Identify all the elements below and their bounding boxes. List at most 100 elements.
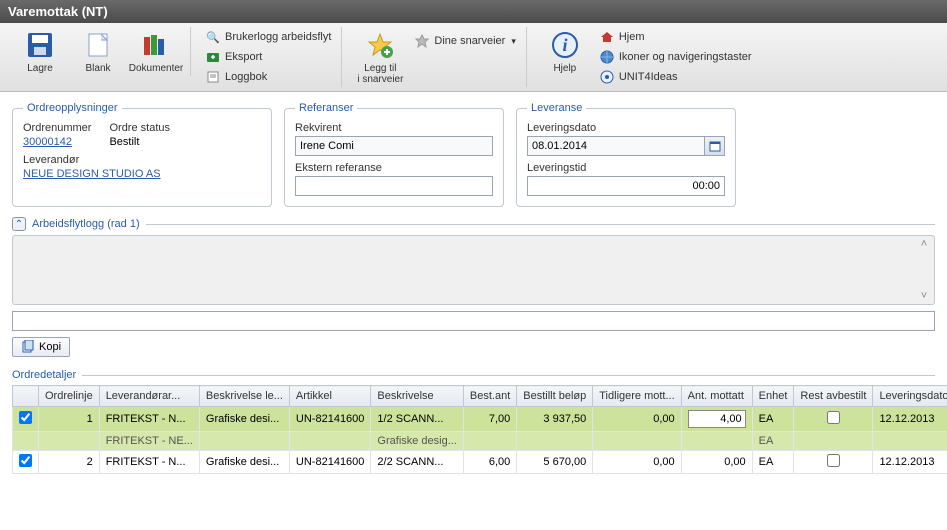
home-icon xyxy=(599,29,615,45)
order-number-link[interactable]: 30000142 xyxy=(23,136,91,148)
logbook-link[interactable]: Loggbok xyxy=(205,69,331,85)
blank-label: Blank xyxy=(85,63,110,74)
col-ant-mottatt[interactable]: Ant. mottatt xyxy=(681,386,752,407)
cell-beskrivelse-le: Grafiske desi... xyxy=(199,451,289,474)
delivery-legend: Leveranse xyxy=(527,102,586,114)
cell-beskrivelse-le: Grafiske desi... xyxy=(199,407,289,432)
cell-best-ant: 6,00 xyxy=(463,451,516,474)
cell-dato: 12.12.2013 xyxy=(873,407,947,432)
cell-leverandorar: FRITEKST - N... xyxy=(99,451,199,474)
received-qty-input[interactable] xyxy=(688,410,746,428)
rest-checkbox[interactable] xyxy=(827,454,840,467)
external-ref-label: Ekstern referanse xyxy=(295,162,493,174)
col-enhet[interactable]: Enhet xyxy=(752,386,794,407)
help-button[interactable]: i Hjelp xyxy=(537,27,593,76)
cell-ordrelinje: 1 xyxy=(39,407,100,432)
external-ref-input[interactable] xyxy=(295,176,493,196)
col-ordrelinje[interactable]: Ordrelinje xyxy=(39,386,100,407)
col-beskrivelse[interactable]: Beskrivelse xyxy=(371,386,463,407)
requisitioner-label: Rekvirent xyxy=(295,122,493,134)
calendar-button[interactable] xyxy=(705,136,725,156)
icons-nav-link[interactable]: Ikoner og navigeringstaster xyxy=(599,49,752,65)
delivery-date-label: Leveringsdato xyxy=(527,122,725,134)
save-button[interactable]: Lagre xyxy=(12,27,68,76)
scroll-up-icon[interactable]: ˄ xyxy=(916,238,932,250)
cell-tidligere: 0,00 xyxy=(593,407,681,432)
cell-beskrivelse: 2/2 SCANN... xyxy=(371,451,463,474)
home-link[interactable]: Hjem xyxy=(599,29,752,45)
references-legend: Referanser xyxy=(295,102,357,114)
order-info-legend: Ordreopplysninger xyxy=(23,102,122,114)
userlog-link[interactable]: 🔍 Brukerlogg arbeidsflyt xyxy=(205,29,331,45)
order-details-table: Ordrelinje Leverandørar... Beskrivelse l… xyxy=(12,385,947,474)
col-tidligere[interactable]: Tidligere mott... xyxy=(593,386,681,407)
col-beskrivelse-le[interactable]: Beskrivelse le... xyxy=(199,386,289,407)
workflow-filter-input[interactable] xyxy=(12,311,935,331)
table-row[interactable]: 1 FRITEKST - N... Grafiske desi... UN-82… xyxy=(13,407,947,432)
scroll-down-icon[interactable]: ˅ xyxy=(916,290,932,302)
requisitioner-value: Irene Comi xyxy=(295,136,493,156)
rest-checkbox[interactable] xyxy=(827,411,840,424)
calendar-icon xyxy=(709,140,721,152)
copy-icon xyxy=(21,340,35,354)
save-icon xyxy=(24,29,56,61)
cell-ordrelinje: 2 xyxy=(39,451,100,474)
col-check[interactable] xyxy=(13,386,39,407)
chevron-down-icon: ▾ xyxy=(511,36,516,47)
star-icon xyxy=(414,33,430,49)
globe-icon xyxy=(599,49,615,65)
add-shortcut-button[interactable]: Legg til i snarveier xyxy=(352,27,408,87)
cell-tidligere: 0,00 xyxy=(593,451,681,474)
cell-best-ant: 7,00 xyxy=(463,407,516,432)
documents-button[interactable]: Dokumenter xyxy=(128,27,184,76)
help-icon: i xyxy=(549,29,581,61)
table-row[interactable]: 2 FRITEKST - N... Grafiske desi... UN-82… xyxy=(13,451,947,474)
row-checkbox[interactable] xyxy=(19,454,32,467)
workflow-title: Arbeidsflytlogg (rad 1) xyxy=(32,218,140,230)
blank-button[interactable]: Blank xyxy=(70,27,126,76)
cell-artikkel: UN-82141600 xyxy=(289,407,371,432)
export-link[interactable]: Eksport xyxy=(205,49,331,65)
col-best-ant[interactable]: Best.ant xyxy=(463,386,516,407)
col-leveringsdato[interactable]: Leveringsdato xyxy=(873,386,947,407)
cell-belop: 5 670,00 xyxy=(517,451,593,474)
copy-button[interactable]: Kopi xyxy=(12,337,70,357)
order-info-group: Ordreopplysninger Ordrenummer 30000142 O… xyxy=(12,102,272,207)
collapse-toggle[interactable]: ⌃ xyxy=(12,217,26,231)
cell-enhet: EA xyxy=(752,451,794,474)
references-group: Referanser Rekvirent Irene Comi Ekstern … xyxy=(284,102,504,207)
order-status-label: Ordre status xyxy=(109,122,170,134)
col-leverandorar[interactable]: Leverandørar... xyxy=(99,386,199,407)
supplier-link[interactable]: NEUE DESIGN STUDIO AS xyxy=(23,168,261,180)
cell-belop: 3 937,50 xyxy=(517,407,593,432)
col-artikkel[interactable]: Artikkel xyxy=(289,386,371,407)
supplier-label: Leverandør xyxy=(23,154,261,166)
star-add-icon xyxy=(364,29,396,61)
unit4ideas-link[interactable]: UNIT4Ideas xyxy=(599,69,752,85)
row-checkbox[interactable] xyxy=(19,411,32,424)
book-icon xyxy=(205,69,221,85)
table-row-sub: FRITEKST - NE... Grafiske desig... EA xyxy=(13,432,947,451)
idea-icon xyxy=(599,69,615,85)
cell-enhet: EA xyxy=(752,407,794,432)
order-status-value: Bestilt xyxy=(109,136,170,148)
help-label: Hjelp xyxy=(553,63,576,74)
window-title: Varemottak (NT) xyxy=(0,0,947,23)
order-number-label: Ordrenummer xyxy=(23,122,91,134)
delivery-time-label: Leveringstid xyxy=(527,162,725,174)
col-bestilt-belop[interactable]: Bestillt beløp xyxy=(517,386,593,407)
export-icon xyxy=(205,49,221,65)
delivery-time-input[interactable] xyxy=(527,176,725,196)
toolbar: Lagre Blank Dokumenter 🔍 Brukerlogg arbe… xyxy=(0,23,947,92)
cell-dato: 12.12.2013 xyxy=(873,451,947,474)
delivery-date-value: 08.01.2014 xyxy=(527,136,705,156)
shortcuts-dropdown[interactable]: Dine snarveier ▾ xyxy=(414,33,515,49)
save-label: Lagre xyxy=(27,63,53,74)
details-legend: Ordredetaljer xyxy=(12,369,76,381)
delivery-group: Leveranse Leveringsdato 08.01.2014 Lever… xyxy=(516,102,736,207)
col-rest[interactable]: Rest avbestilt xyxy=(794,386,873,407)
add-shortcut-label: Legg til i snarveier xyxy=(357,63,403,85)
workflow-log-area: ˄ ˅ xyxy=(12,235,935,305)
books-icon xyxy=(140,29,172,61)
cell-leverandorar: FRITEKST - N... xyxy=(99,407,199,432)
